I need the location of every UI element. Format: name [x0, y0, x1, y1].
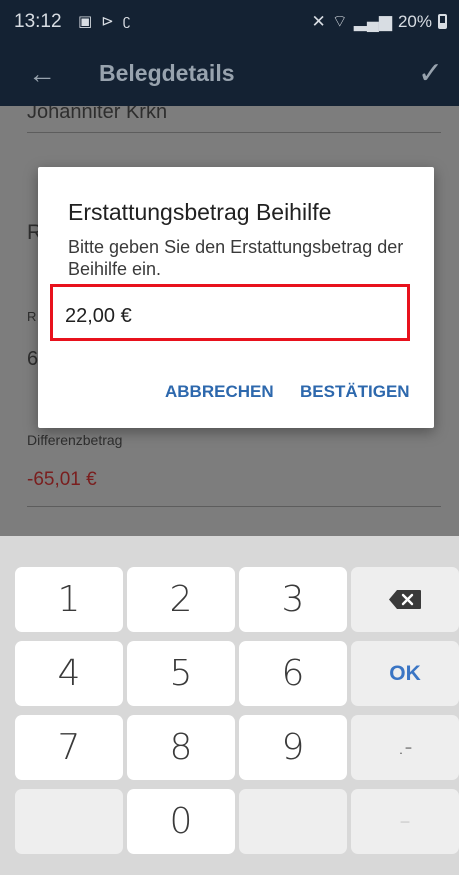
battery-percent: 20% — [397, 11, 432, 31]
status-bar: 13:12 ▣ ⊳ ʗ ✕ ⌔ ▂▄▆ 20% — [0, 0, 459, 44]
key-7[interactable]: 7 — [15, 715, 123, 780]
key-1[interactable]: 1 — [15, 567, 123, 632]
back-arrow-icon[interactable]: ← — [28, 58, 56, 90]
mute-icon: ✕ — [311, 11, 326, 31]
refund-dialog: Erstattungsbetrag Beihilfe Bitte geben S… — [38, 167, 434, 428]
key-0[interactable]: 0 — [127, 789, 235, 854]
gallery-icon: ▣ — [78, 13, 93, 30]
diff-underline — [27, 506, 441, 507]
key-2[interactable]: 2 — [127, 567, 235, 632]
cancel-button[interactable]: ABBRECHEN — [165, 382, 274, 402]
play-store-icon: ⊳ — [101, 13, 114, 30]
dialog-title: Erstattungsbetrag Beihilfe — [68, 199, 332, 225]
minus-key[interactable]: – — [351, 789, 459, 854]
dialog-message: Bitte geben Sie den Erstattungsbetrag de… — [68, 237, 404, 279]
key-9[interactable]: 9 — [239, 715, 347, 780]
save-check-icon[interactable]: ✓ — [418, 56, 443, 91]
field-underline — [27, 132, 441, 133]
refund-amount-input[interactable] — [65, 305, 365, 328]
signal-icon: ▂▄▆ — [353, 11, 392, 31]
key-4[interactable]: 4 — [15, 641, 123, 706]
key-6[interactable]: 6 — [239, 641, 347, 706]
separator-key[interactable]: .- — [351, 715, 459, 780]
wifi-icon: ⌔ — [331, 12, 348, 31]
recipient-value: Johanniter Krkn — [27, 106, 168, 123]
key-3[interactable]: 3 — [239, 567, 347, 632]
diff-label: Differenzbetrag — [27, 432, 123, 448]
numeric-keyboard: 1 2 3 4 5 6 OK 7 8 9 .- 0 – — [0, 536, 459, 875]
confirm-button[interactable]: BESTÄTIGEN — [300, 382, 410, 402]
notification-icons: ▣ ⊳ ʗ — [78, 12, 130, 30]
app-notification-icon: ʗ — [122, 12, 131, 29]
backspace-icon — [389, 590, 421, 609]
status-time: 13:12 — [14, 11, 62, 32]
blank-key — [239, 789, 347, 854]
key-8[interactable]: 8 — [127, 715, 235, 780]
backspace-key[interactable] — [351, 567, 459, 632]
field-value-partial: 6 — [27, 348, 39, 370]
key-5[interactable]: 5 — [127, 641, 235, 706]
empty-key — [15, 789, 123, 854]
page-title: Belegdetails — [99, 60, 235, 86]
battery-icon — [438, 14, 447, 29]
diff-value: -65,01 € — [27, 469, 97, 490]
ok-key[interactable]: OK — [351, 641, 459, 706]
field-label-partial: R — [27, 309, 37, 324]
status-right: ✕ ⌔ ▂▄▆ 20% — [312, 11, 447, 32]
refund-amount-field[interactable] — [50, 284, 410, 341]
app-bar: ← Belegdetails ✓ — [0, 44, 459, 106]
